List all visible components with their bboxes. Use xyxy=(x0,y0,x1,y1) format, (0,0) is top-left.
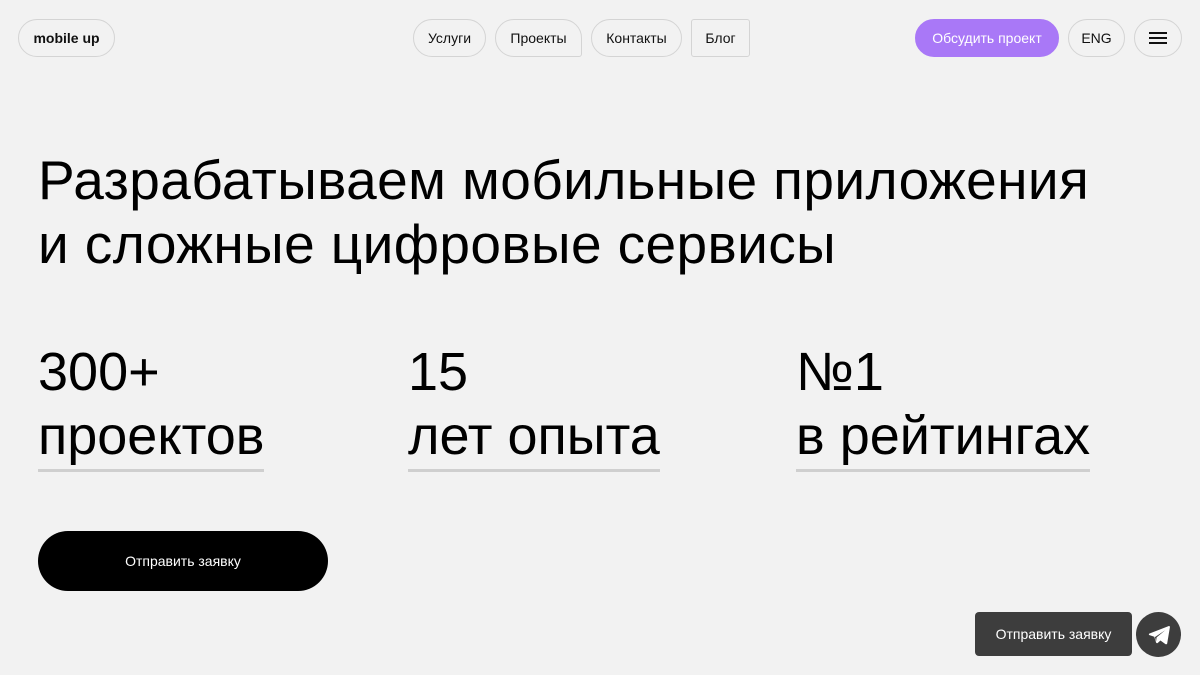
hero-title: Разрабатываем мобильные приложения и сло… xyxy=(38,148,1168,276)
stat-projects: 300+ проектов xyxy=(38,340,265,472)
stat-ratings: №1 в рейтингах xyxy=(796,340,1091,472)
stat-value: №1 xyxy=(796,342,884,402)
nav-item-contacts[interactable]: Контакты xyxy=(591,19,682,57)
stat-label: проектов xyxy=(38,405,265,472)
floating-send-request-button[interactable]: Отправить заявку xyxy=(975,612,1132,656)
hero-title-line-2: и сложные цифровые сервисы xyxy=(38,213,837,275)
nav-item-projects[interactable]: Проекты xyxy=(495,19,582,57)
hamburger-menu-icon xyxy=(1149,32,1167,44)
language-switch-button[interactable]: ENG xyxy=(1068,19,1125,57)
telegram-icon xyxy=(1148,625,1170,644)
stat-experience: 15 лет опыта xyxy=(408,340,660,472)
discuss-project-button[interactable]: Обсудить проект xyxy=(915,19,1059,57)
send-request-button[interactable]: Отправить заявку xyxy=(38,531,328,591)
stat-label: лет опыта xyxy=(408,405,660,472)
stat-value: 300+ xyxy=(38,342,160,402)
landing-page: mobile up Услуги Проекты Контакты Блог О… xyxy=(0,0,1200,675)
hero-title-line-1: Разрабатываем мобильные приложения xyxy=(38,149,1090,211)
stat-value: 15 xyxy=(408,342,469,402)
menu-button[interactable] xyxy=(1134,19,1182,57)
nav-item-services[interactable]: Услуги xyxy=(413,19,486,57)
logo[interactable]: mobile up xyxy=(18,19,115,57)
stat-label: в рейтингах xyxy=(796,405,1091,472)
telegram-button[interactable] xyxy=(1136,612,1181,657)
nav-item-blog[interactable]: Блог xyxy=(691,19,750,57)
